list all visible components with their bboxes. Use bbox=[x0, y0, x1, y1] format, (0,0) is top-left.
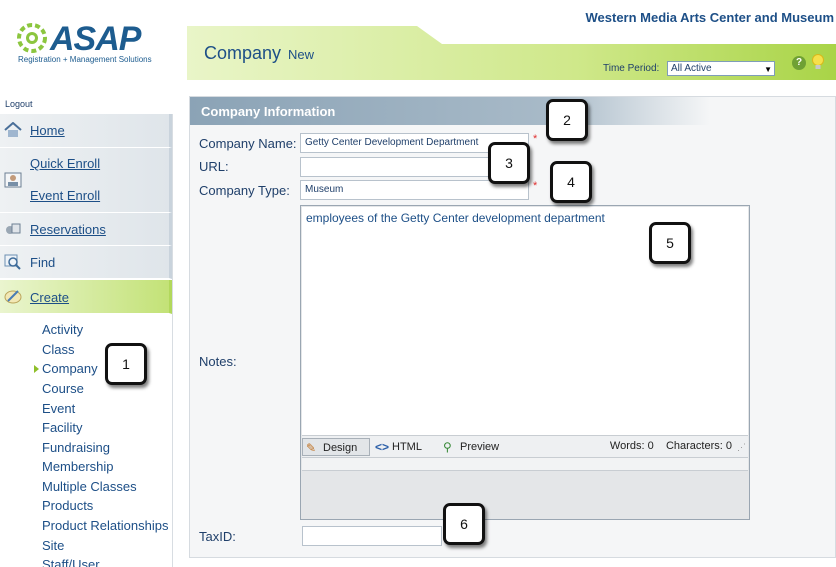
company-type-label: Company Type: bbox=[199, 183, 290, 198]
taxid-label: TaxID: bbox=[199, 529, 236, 544]
logout-link[interactable]: Logout bbox=[5, 99, 33, 109]
sidebar-item-label: Find bbox=[30, 255, 56, 270]
sidebar-item-quick-enroll[interactable]: Quick Enroll bbox=[30, 156, 100, 171]
create-item-activity[interactable]: Activity bbox=[42, 322, 83, 337]
create-item-product-relationships[interactable]: Product Relationships bbox=[42, 518, 168, 533]
required-marker: * bbox=[533, 180, 538, 192]
company-type-value: Museum bbox=[305, 184, 344, 195]
resize-grip-icon[interactable]: ⋰ bbox=[737, 442, 746, 453]
company-name-label: Company Name: bbox=[199, 136, 297, 151]
logo-emblem-icon bbox=[17, 23, 47, 53]
callout-4: 4 bbox=[550, 161, 592, 203]
callout-1: 1 bbox=[105, 343, 147, 385]
editor-status-strip bbox=[302, 457, 748, 471]
create-item-facility[interactable]: Facility bbox=[42, 420, 82, 435]
create-icon bbox=[4, 290, 22, 304]
sidebar-item-create[interactable]: Create bbox=[0, 280, 172, 314]
editor-mode-bar: ✎ Design <> HTML ⚲ Preview Words: 0 Char… bbox=[302, 435, 748, 457]
create-item-class[interactable]: Class bbox=[42, 342, 75, 357]
tab-preview-label: Preview bbox=[460, 441, 500, 453]
sidebar-group-enroll: Quick Enroll Event Enroll bbox=[0, 148, 172, 213]
person-card-icon bbox=[4, 172, 22, 188]
tab-design[interactable]: ✎ Design bbox=[302, 438, 370, 456]
callout-3: 3 bbox=[488, 142, 530, 184]
create-item-membership[interactable]: Membership bbox=[42, 459, 114, 474]
panel-header: Company Information bbox=[190, 97, 710, 125]
callout-6: 6 bbox=[443, 503, 485, 545]
pencil-icon: ✎ bbox=[306, 441, 317, 455]
create-item-multiple-classes[interactable]: Multiple Classes bbox=[42, 479, 137, 494]
code-icon: <> bbox=[375, 440, 390, 454]
create-item-site[interactable]: Site bbox=[42, 538, 64, 553]
create-item-products[interactable]: Products bbox=[42, 498, 93, 513]
tab-html-label: HTML bbox=[392, 441, 422, 453]
taxid-input[interactable] bbox=[302, 526, 442, 546]
app-root: ASAP Registration + Management Solutions… bbox=[0, 0, 836, 567]
create-item-staff-user[interactable]: Staff/User bbox=[42, 557, 100, 567]
create-item-company[interactable]: Company bbox=[42, 361, 98, 376]
home-icon bbox=[4, 122, 22, 137]
sidebar-item-home[interactable]: Home bbox=[0, 114, 172, 148]
company-name-value: Getty Center Development Department bbox=[305, 137, 479, 148]
chevron-down-icon: ▼ bbox=[764, 65, 772, 74]
notes-label: Notes: bbox=[199, 354, 237, 369]
time-period-value: All Active bbox=[671, 63, 712, 74]
active-item-arrow-icon bbox=[34, 365, 39, 373]
callout-2: 2 bbox=[546, 99, 588, 141]
tab-html[interactable]: <> HTML bbox=[372, 438, 432, 456]
asap-logo: ASAP Registration + Management Solutions bbox=[16, 20, 166, 68]
magnifier-icon: ⚲ bbox=[443, 440, 452, 454]
url-label: URL: bbox=[199, 159, 229, 174]
lightbulb-icon[interactable] bbox=[811, 54, 825, 72]
sidebar-item-label: Home bbox=[30, 123, 65, 138]
sidebar-item-label: Reservations bbox=[30, 222, 106, 237]
sidebar-item-find[interactable]: Find bbox=[0, 246, 172, 279]
word-char-count: Words: 0 Characters: 0 bbox=[610, 440, 732, 452]
logo-wordmark: ASAP bbox=[50, 20, 141, 58]
organization-name: Western Media Arts Center and Museum bbox=[585, 10, 835, 25]
page-title: Company bbox=[204, 43, 282, 63]
reservations-icon bbox=[6, 223, 21, 234]
sidebar-item-label: Create bbox=[30, 290, 70, 305]
panel-title: Company Information bbox=[201, 104, 336, 119]
help-icon[interactable]: ? bbox=[792, 56, 806, 70]
callout-5: 5 bbox=[649, 222, 691, 264]
tab-design-label: Design bbox=[323, 442, 358, 454]
create-item-event[interactable]: Event bbox=[42, 401, 75, 416]
tab-preview[interactable]: ⚲ Preview bbox=[440, 438, 510, 456]
magnifier-icon bbox=[4, 254, 21, 270]
notes-value: employees of the Getty Center developmen… bbox=[306, 211, 605, 225]
word-count: Words: 0 bbox=[609, 440, 654, 452]
char-count: Characters: 0 bbox=[665, 440, 732, 452]
required-marker: * bbox=[533, 133, 538, 145]
sidebar-item-reservations[interactable]: Reservations bbox=[0, 213, 172, 246]
time-period-label: Time Period: bbox=[603, 63, 660, 74]
create-item-fundraising[interactable]: Fundraising bbox=[42, 440, 110, 455]
create-item-course[interactable]: Course bbox=[42, 381, 84, 396]
sidebar-item-event-enroll[interactable]: Event Enroll bbox=[30, 188, 100, 203]
time-period-select[interactable]: All Active ▼ bbox=[667, 61, 775, 76]
logo-tagline: Registration + Management Solutions bbox=[18, 55, 152, 64]
page-mode: New bbox=[288, 47, 315, 62]
